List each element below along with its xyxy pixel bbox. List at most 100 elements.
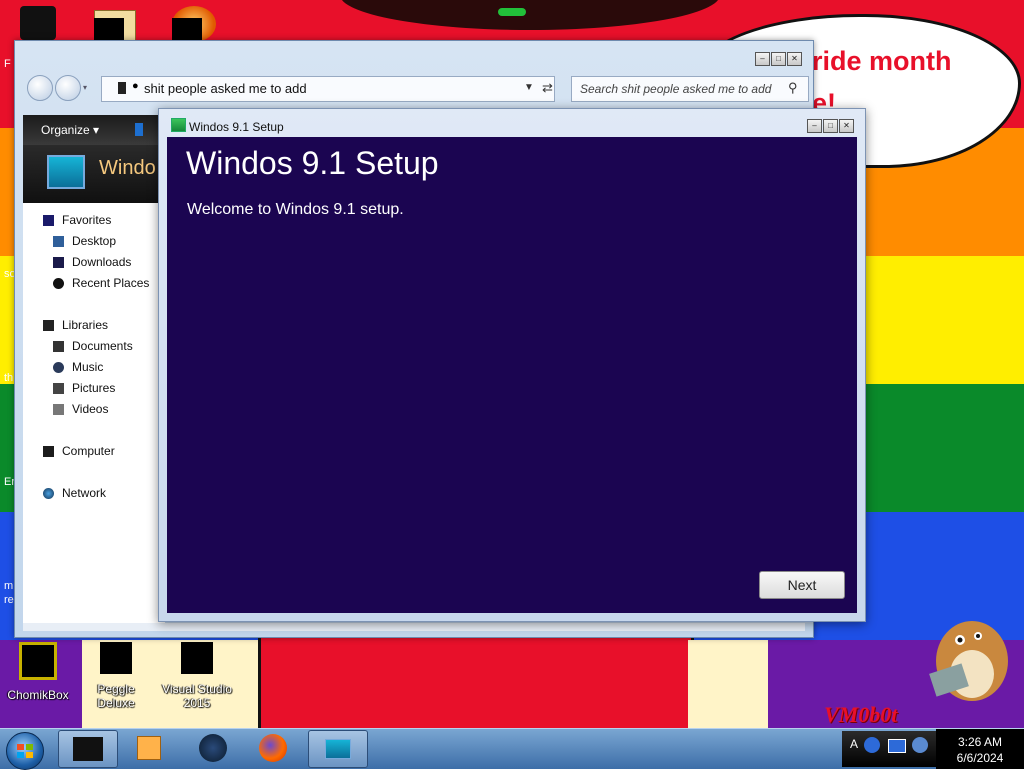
recent-pages-chevron-icon[interactable]: ▾ — [83, 83, 87, 92]
breadcrumb-separator-icon: ● — [132, 80, 139, 92]
nav-desktop[interactable]: Desktop — [53, 234, 116, 248]
close-button[interactable]: ✕ — [839, 119, 854, 133]
globe-icon — [199, 734, 227, 762]
refresh-icon[interactable]: ⇄ — [542, 80, 553, 96]
setup-window[interactable]: Windos 9.1 Setup – □ ✕ Windos 9.1 Setup … — [158, 108, 866, 622]
tray-security-icon[interactable] — [864, 737, 880, 753]
desktop-icon-label: Peggle Deluxe — [97, 682, 135, 710]
green-light-icon — [498, 8, 526, 16]
taskbar: A 3:26 AM 6/6/2024 — [0, 728, 1024, 770]
cartoon-body — [258, 636, 694, 728]
folder-icon-overlay — [94, 18, 124, 40]
setup-folder-icon — [47, 155, 85, 189]
favorites-icon — [43, 214, 54, 226]
setup-caption-buttons: – □ ✕ — [807, 119, 854, 133]
pictures-icon — [53, 382, 64, 394]
desktop-icon-peggle[interactable]: Peggle Deluxe — [80, 632, 152, 710]
taskbar-firefox-button[interactable] — [244, 730, 302, 766]
folder-title: Windo — [99, 157, 156, 179]
desktop-icon-chomikbox[interactable]: ChomikBox — [2, 632, 74, 702]
desktop-icon — [53, 235, 64, 247]
nav-documents[interactable]: Documents — [53, 339, 133, 353]
nav-computer[interactable]: Computer — [43, 444, 115, 458]
system-tray: A — [842, 731, 936, 767]
tray-volume-icon[interactable] — [912, 737, 928, 753]
music-icon — [53, 361, 64, 373]
recent-places-icon — [53, 277, 64, 289]
nav-pictures[interactable]: Pictures — [53, 381, 115, 395]
nav-label: Libraries — [62, 318, 109, 332]
navigation-pane: Favorites Desktop Downloads Recent Place… — [23, 203, 165, 623]
maximize-button[interactable]: □ — [771, 52, 786, 66]
desktop-icon-visual-studio[interactable]: Visual Studio 2015 — [158, 632, 236, 710]
trash-icon[interactable] — [20, 6, 56, 40]
nav-recent-places[interactable]: Recent Places — [53, 276, 149, 290]
nav-label: Music — [72, 360, 104, 374]
forward-button[interactable] — [55, 75, 81, 101]
taskbar-explorer-button[interactable] — [58, 730, 118, 768]
videos-icon — [53, 403, 64, 415]
cartoon-hand-right — [688, 640, 768, 728]
hamster-mascot-icon — [929, 621, 1008, 701]
minimize-button[interactable]: – — [755, 52, 770, 66]
view-icon[interactable] — [135, 123, 143, 136]
organize-menu[interactable]: Organize ▾ — [41, 123, 99, 137]
tray-language-indicator[interactable]: A — [850, 737, 858, 751]
desktop-text-fragment: th — [4, 372, 14, 384]
desktop-icon-label: ChomikBox — [7, 688, 69, 702]
nav-label: Videos — [72, 402, 109, 416]
desktop-text-fragment: m — [4, 580, 14, 592]
clock-time: 3:26 AM — [957, 735, 1003, 749]
nav-downloads[interactable]: Downloads — [53, 255, 131, 269]
search-icon[interactable]: ⚲ — [788, 80, 798, 96]
taskbar-media-player-button[interactable] — [120, 730, 178, 766]
taskbar-setup-button[interactable] — [308, 730, 368, 768]
maximize-button[interactable]: □ — [823, 119, 838, 133]
address-bar[interactable]: ● shit people asked me to add ▼ ⇄ — [101, 76, 555, 102]
computer-icon — [43, 445, 54, 457]
chomikbox-icon — [19, 642, 57, 680]
nav-music[interactable]: Music — [53, 360, 103, 374]
visual-studio-icon — [181, 642, 213, 674]
desktop-text-fragment: F — [4, 58, 11, 70]
next-button[interactable]: Next — [759, 571, 845, 599]
desktop-icon-label: Visual Studio 2015 — [162, 682, 232, 710]
search-box[interactable]: Search shit people asked me to add ⚲ — [571, 76, 809, 102]
nav-network[interactable]: Network — [43, 486, 106, 500]
nav-label: Documents — [72, 339, 133, 353]
app-icon-overlay — [172, 18, 202, 40]
watermark-text: VM0b0t — [824, 702, 898, 727]
nav-libraries[interactable]: Libraries — [43, 318, 108, 332]
start-button[interactable] — [6, 732, 44, 770]
setup-app-icon — [171, 118, 186, 132]
nav-label: Computer — [62, 444, 115, 458]
details-pane — [23, 623, 805, 631]
peggle-icon — [100, 642, 132, 674]
nav-label: Network — [62, 486, 107, 500]
desktop-text-fragment: re — [4, 594, 14, 606]
nav-label: Favorites — [62, 213, 112, 227]
clock[interactable]: 3:26 AM 6/6/2024 — [936, 729, 1024, 769]
nav-favorites[interactable]: Favorites — [43, 213, 111, 227]
nav-label: Downloads — [72, 255, 132, 269]
minimize-button[interactable]: – — [807, 119, 822, 133]
nav-videos[interactable]: Videos — [53, 402, 108, 416]
address-dropdown-icon[interactable]: ▼ — [524, 82, 534, 93]
clock-date: 6/6/2024 — [956, 751, 1004, 765]
search-placeholder: Search shit people asked me to add — [580, 82, 772, 96]
navigation-bar: ▾ ● shit people asked me to add ▼ ⇄ Sear… — [25, 71, 809, 105]
firefox-icon — [259, 734, 287, 762]
folder-path-icon — [118, 82, 126, 94]
nav-label: Desktop — [72, 234, 117, 248]
back-button[interactable] — [27, 75, 53, 101]
cloud-text-line1: ride month — [812, 46, 952, 76]
setup-window-title: Windos 9.1 Setup — [189, 120, 284, 134]
network-icon — [43, 487, 54, 499]
setup-welcome-text: Welcome to Windos 9.1 setup. — [187, 201, 404, 218]
tray-network-icon[interactable] — [888, 739, 906, 753]
setup-content: Windos 9.1 Setup Welcome to Windos 9.1 s… — [167, 137, 857, 613]
close-button[interactable]: ✕ — [787, 52, 802, 66]
libraries-icon — [43, 319, 54, 331]
documents-icon — [53, 340, 64, 352]
taskbar-globe-button[interactable] — [184, 730, 242, 766]
